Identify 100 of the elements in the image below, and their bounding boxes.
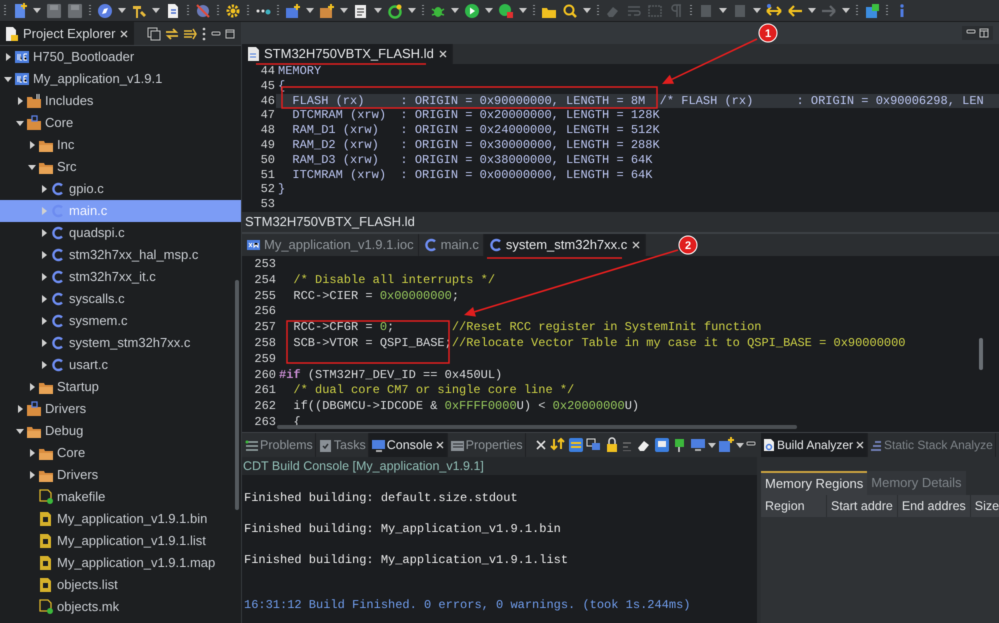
close-icon[interactable] [855, 440, 866, 450]
expanded-arrow-icon[interactable] [4, 75, 12, 83]
caret-icon[interactable] [306, 7, 314, 14]
expanded-arrow-icon[interactable] [16, 427, 24, 435]
monitor-icon[interactable] [690, 437, 706, 453]
tree-item[interactable]: My_application_v1.9.1 [0, 68, 241, 90]
scrollbar-thumb[interactable] [277, 425, 797, 429]
tree-item[interactable]: usart.c [0, 354, 241, 376]
tree-item[interactable]: system_stm32h7xx.c [0, 332, 241, 354]
collapsed-arrow-icon[interactable] [40, 339, 48, 347]
tree-item[interactable]: syscalls.c [0, 288, 241, 310]
tree-item[interactable]: My_application_v1.9.1.list [0, 530, 241, 552]
collapse-all-icon[interactable] [147, 26, 161, 40]
scrollbar-thumb[interactable] [979, 338, 983, 370]
save-all-icon[interactable] [67, 2, 83, 18]
save-icon[interactable] [46, 2, 62, 18]
settings-icon[interactable] [225, 2, 241, 18]
new-console-icon[interactable] [718, 437, 734, 453]
editor-tab[interactable]: STM32H750VBTX_FLASH.ld [242, 44, 453, 64]
close-icon[interactable] [438, 49, 448, 59]
run-stop-icon[interactable] [498, 2, 514, 18]
sub-tab[interactable]: Memory Regions [761, 471, 868, 495]
tree-item[interactable]: makefile [0, 486, 241, 508]
tree-item[interactable]: My_application_v1.9.1.bin [0, 508, 241, 530]
panel-tab[interactable]: Static Stack Analyze [868, 433, 996, 457]
collapsed-arrow-icon[interactable] [40, 361, 48, 369]
caret-icon[interactable] [842, 7, 850, 14]
list-icon[interactable] [353, 2, 369, 18]
pin-windows-icon[interactable] [586, 437, 602, 453]
tree-item[interactable]: Drivers [0, 464, 241, 486]
collapsed-arrow-icon[interactable] [16, 405, 24, 413]
tree-item[interactable]: objects.list [0, 574, 241, 596]
minimize-icon[interactable] [966, 28, 976, 36]
collapsed-arrow-icon[interactable] [28, 449, 36, 457]
tree-item[interactable]: stm32h7xx_hal_msp.c [0, 244, 241, 266]
caret-icon[interactable] [340, 7, 348, 14]
tree-item[interactable]: quadspi.c [0, 222, 241, 244]
double-arrow-icon[interactable] [766, 2, 782, 18]
caret-icon[interactable] [583, 7, 591, 14]
tree-item[interactable]: Inc [0, 134, 241, 156]
collapsed-arrow-icon[interactable] [40, 185, 48, 193]
collapsed-arrow-icon[interactable] [16, 97, 24, 105]
caret-icon[interactable] [719, 7, 727, 14]
caret-icon[interactable] [753, 7, 761, 14]
collapsed-arrow-icon[interactable] [40, 317, 48, 325]
minimize-icon[interactable] [211, 30, 221, 38]
expanded-arrow-icon[interactable] [16, 119, 24, 127]
compass-icon[interactable] [97, 2, 113, 18]
tree-item[interactable]: Debug [0, 420, 241, 442]
close-icon[interactable] [631, 240, 642, 250]
collapsed-arrow-icon[interactable] [40, 251, 48, 259]
panel-tab[interactable]: Console [368, 433, 448, 457]
collapsed-arrow-icon[interactable] [40, 229, 48, 237]
new-folder-icon[interactable] [285, 2, 301, 18]
tree-item[interactable]: Src [0, 156, 241, 178]
document-icon[interactable] [165, 2, 181, 18]
panel-tab[interactable]: Project Explorer [0, 22, 134, 45]
tree-item[interactable]: Drivers [0, 398, 241, 420]
window-icon[interactable] [864, 2, 880, 18]
caret-icon[interactable] [408, 7, 416, 14]
collapsed-arrow-icon[interactable] [28, 471, 36, 479]
close-icon[interactable] [119, 28, 130, 38]
caret-icon[interactable] [33, 7, 41, 14]
tree-item[interactable]: Startup [0, 376, 241, 398]
collapsed-arrow-icon[interactable] [28, 383, 36, 391]
scrollbar-thumb[interactable] [235, 280, 239, 510]
caret-icon[interactable] [708, 442, 716, 448]
display-icon[interactable] [654, 437, 670, 453]
no-bug-icon[interactable] [195, 2, 211, 18]
new-file-icon[interactable] [12, 2, 28, 18]
caret-icon[interactable] [485, 7, 493, 14]
arrows-icon[interactable] [550, 437, 566, 453]
caret-icon[interactable] [451, 7, 459, 14]
filter-arrows-icon[interactable] [183, 26, 197, 40]
collapsed-arrow-icon[interactable] [4, 53, 12, 61]
kebab-menu-icon[interactable] [201, 26, 207, 40]
caret-icon[interactable] [736, 442, 744, 448]
refresh-icon[interactable] [387, 2, 403, 18]
caret-icon[interactable] [152, 7, 160, 14]
editor-tab[interactable]: system_stm32h7xx.c [484, 234, 646, 256]
collapsed-arrow-icon[interactable] [40, 273, 48, 281]
tree-item[interactable]: sysmem.c [0, 310, 241, 332]
search-icon[interactable] [562, 2, 578, 18]
tree-item[interactable]: Core [0, 112, 241, 134]
tree-item[interactable]: stm32h7xx_it.c [0, 266, 241, 288]
tree-item[interactable]: H750_Bootloader [0, 46, 241, 68]
tree-item[interactable]: Includes [0, 90, 241, 112]
caret-icon[interactable] [374, 7, 382, 14]
back-arrow-icon[interactable] [787, 2, 803, 18]
caret-icon[interactable] [519, 7, 527, 14]
tree-item[interactable]: objects.mk [0, 596, 241, 618]
tree-item[interactable]: My_application_v1.9.1.map [0, 552, 241, 574]
collapsed-arrow-icon[interactable] [28, 141, 36, 149]
terminate-icon[interactable] [534, 438, 548, 452]
maximize-icon[interactable] [979, 28, 989, 38]
close-icon[interactable] [434, 440, 445, 450]
collapsed-arrow-icon[interactable] [40, 295, 48, 303]
panel-tab[interactable]: Build Analyzer [761, 433, 868, 457]
link-arrows-icon[interactable] [165, 26, 179, 40]
new-folder-icon[interactable] [319, 2, 335, 18]
